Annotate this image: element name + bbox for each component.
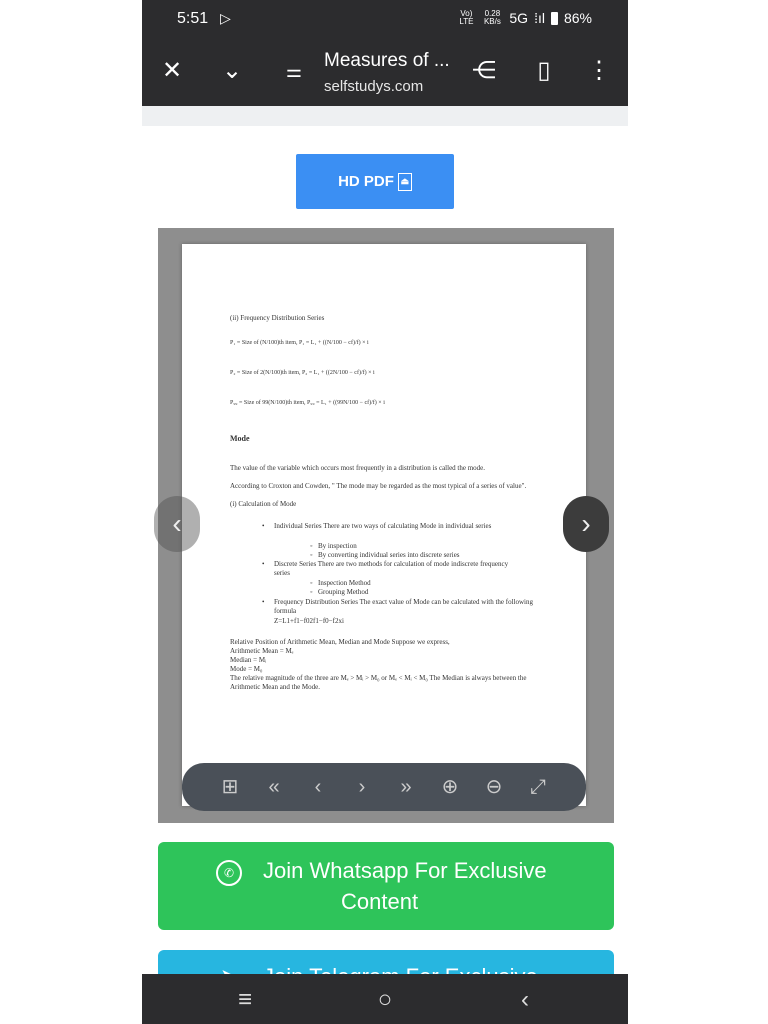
previous-icon[interactable]: ‹ (306, 775, 330, 799)
browser-toolbar: ✕ ⌄ ⚌ Measures of ... selfstudys.com ⋲ ▯… (142, 38, 628, 106)
sub-bullet: ◦ (310, 588, 313, 596)
whatsapp-line1: Join Whatsapp For Exclusive (263, 858, 547, 883)
hd-pdf-button[interactable]: HD PDF ⏏ (296, 154, 454, 209)
formula-p99: P₉₉ = Size of 99(N/100)th item, P₉₉ = L₁… (230, 400, 385, 406)
back-icon[interactable]: ‹ (510, 986, 540, 1014)
chevron-down-icon[interactable]: ⌄ (217, 56, 247, 86)
whatsapp-join-button[interactable]: ✆ Join Whatsapp For Exclusive Content (158, 842, 614, 930)
bullet-individual: Individual Series There are two ways of … (274, 522, 492, 530)
median: Median = Mᵢ (230, 656, 267, 664)
prev-page-button[interactable]: ‹ (154, 496, 200, 552)
page-url: selfstudys.com (324, 78, 424, 95)
mode: Mode = M₀ (230, 665, 263, 673)
bullet-dot: • (262, 522, 265, 530)
network-type: 5G (509, 10, 529, 26)
battery-icon (550, 11, 558, 25)
relative-magnitude: The relative magnitude of the three are … (230, 674, 527, 691)
section-title: (ii) Frequency Distribution Series (230, 314, 325, 322)
first-page-icon[interactable]: « (262, 775, 286, 799)
mode-formula: Z=L1+f1−f02f1−f0−f2xi (274, 617, 344, 625)
network-speed: 0.28 KB/s (483, 9, 501, 26)
whatsapp-line2: Content (341, 889, 419, 914)
pdf-control-bar: ⊞ « ‹ › » ⊕ ⊖ ⤢ (182, 763, 586, 811)
battery-level: 86% (563, 10, 592, 26)
home-icon[interactable]: ○ (370, 986, 400, 1014)
recent-apps-icon[interactable]: ≡ (230, 986, 260, 1014)
volte-indicator: Vo) LTE (459, 9, 474, 26)
bullet-inspection-method: Inspection Method (318, 579, 371, 587)
fullscreen-icon[interactable]: ⤢ (526, 775, 550, 799)
mode-heading: Mode (230, 434, 250, 443)
system-nav-bar: ≡ ○ ‹ (142, 974, 628, 1024)
next-page-button[interactable]: › (563, 496, 609, 552)
page-controls-icon[interactable]: ⚌ (279, 56, 309, 86)
more-options-icon[interactable]: ⋮ (584, 56, 614, 86)
chevron-right-icon: › (581, 508, 591, 539)
bullet-grouping-method: Grouping Method (318, 588, 369, 596)
mode-definition: The value of the variable which occurs m… (230, 464, 486, 472)
bullet-converting: By converting individual series into dis… (318, 551, 460, 559)
zoom-in-icon[interactable]: ⊕ (438, 775, 462, 799)
bullet-inspection: By inspection (318, 542, 357, 550)
formula-p2: P₂ = Size of 2(N/100)th item, P₂ = L₁ + … (230, 370, 375, 376)
bullet-frequency: Frequency Distribution Series The exact … (274, 598, 533, 615)
sub-bullet: ◦ (310, 542, 313, 550)
formula-p1: P₁ = Size of (N/100)th item, P₁ = L₁ + (… (230, 340, 369, 346)
status-right: Vo) LTE 0.28 KB/s 5G ⁞ıl 86% (457, 9, 592, 27)
page-content: HD PDF ⏏ (ii) Frequency Distribution Ser… (142, 126, 628, 1010)
whatsapp-icon: ✆ (216, 860, 242, 886)
zoom-out-icon[interactable]: ⊖ (482, 775, 506, 799)
bullet-dot: • (262, 560, 265, 568)
grid-view-icon[interactable]: ⊞ (218, 775, 242, 799)
pdf-file-icon: ⏏ (397, 172, 412, 191)
arithmetic-mean: Arithmetic Mean = Mₑ (230, 647, 294, 655)
play-icon: ▷ (220, 10, 231, 26)
status-time: 5:51 (177, 10, 209, 27)
chevron-left-icon: ‹ (172, 508, 182, 539)
bullet-dot: • (262, 598, 265, 606)
phone-screen: 5:51 ▷ Vo) LTE 0.28 KB/s 5G ⁞ıl 86% ✕ ⌄ … (142, 0, 628, 1024)
bullet-discrete: Discrete Series There are two methods fo… (274, 560, 509, 577)
calc-heading: (i) Calculation of Mode (230, 500, 297, 508)
pdf-viewer: (ii) Frequency Distribution Series P₁ = … (158, 228, 614, 823)
share-icon[interactable]: ⋲ (469, 56, 499, 86)
close-icon[interactable]: ✕ (157, 56, 187, 86)
page-title: Measures of ... (324, 50, 450, 71)
pdf-page: (ii) Frequency Distribution Series P₁ = … (182, 244, 586, 806)
hd-pdf-label: HD PDF (338, 173, 394, 190)
status-bar: 5:51 ▷ Vo) LTE 0.28 KB/s 5G ⁞ıl 86% (142, 0, 628, 38)
last-page-icon[interactable]: » (394, 775, 418, 799)
next-icon[interactable]: › (350, 775, 374, 799)
signal-icon: ⁞ıl (534, 10, 545, 26)
croxton-quote: According to Croxton and Cowden, " The m… (230, 482, 527, 490)
sub-bullet: ◦ (310, 551, 313, 559)
bookmark-icon[interactable]: ▯ (529, 56, 559, 86)
sub-bullet: ◦ (310, 579, 313, 587)
relative-position: Relative Position of Arithmetic Mean, Me… (230, 638, 450, 646)
